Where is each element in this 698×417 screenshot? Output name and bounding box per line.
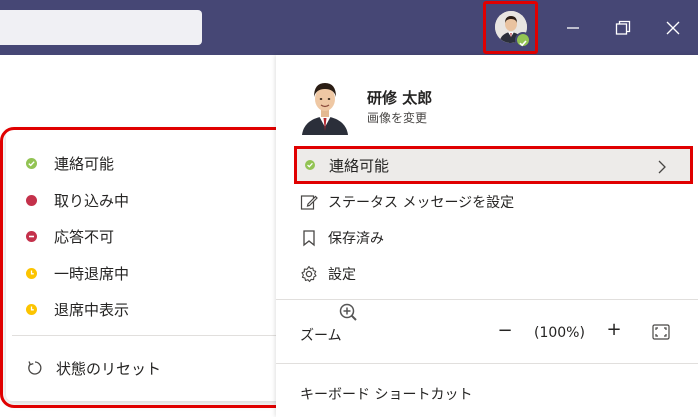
menu-divider — [276, 363, 698, 364]
close-button[interactable] — [658, 13, 688, 43]
profile-avatar[interactable] — [300, 77, 350, 135]
minimize-button[interactable] — [558, 13, 588, 43]
current-status-label: 連絡可能 — [329, 156, 390, 175]
menu-divider — [276, 299, 698, 300]
profile-avatar-button[interactable] — [483, 1, 538, 54]
zoom-out-button[interactable]: − — [495, 320, 515, 341]
restore-icon — [615, 20, 631, 35]
settings-button[interactable]: 設定 — [300, 260, 690, 288]
minimize-icon — [567, 27, 579, 29]
settings-label: 設定 — [328, 267, 356, 283]
title-bar — [0, 0, 698, 55]
fit-to-screen-icon[interactable] — [652, 324, 670, 340]
gear-icon — [301, 265, 317, 283]
close-icon — [666, 21, 680, 35]
zoom-label: ズーム — [300, 328, 342, 344]
saved-button[interactable]: 保存済み — [300, 224, 690, 252]
search-input[interactable] — [0, 10, 202, 45]
change-photo-link[interactable]: 画像を変更 — [367, 109, 427, 126]
bookmark-icon — [303, 230, 315, 247]
set-status-message-label: ステータス メッセージを設定 — [328, 195, 515, 211]
zoom-in-button[interactable]: + — [604, 319, 624, 340]
zoom-level: (100%) — [534, 325, 585, 341]
chevron-right-icon — [658, 160, 666, 174]
profile-name: 研修 太郎 — [367, 89, 433, 107]
available-dot-icon — [305, 160, 315, 170]
presence-badge — [515, 32, 531, 48]
highlight-outline — [0, 127, 294, 408]
current-status-button[interactable]: 連絡可能 — [294, 146, 693, 184]
keyboard-shortcuts-button[interactable]: キーボード ショートカット — [300, 384, 472, 404]
edit-message-icon — [300, 195, 318, 210]
profile-panel: 研修 太郎 画像を変更 連絡可能 ステータス メッセージを設定 保存済み 設定 — [276, 55, 698, 417]
restore-button[interactable] — [608, 13, 638, 43]
set-status-message-button[interactable]: ステータス メッセージを設定 — [300, 188, 690, 216]
zoom-row: ズーム − (100%) + — [300, 319, 690, 348]
saved-label: 保存済み — [328, 231, 384, 247]
